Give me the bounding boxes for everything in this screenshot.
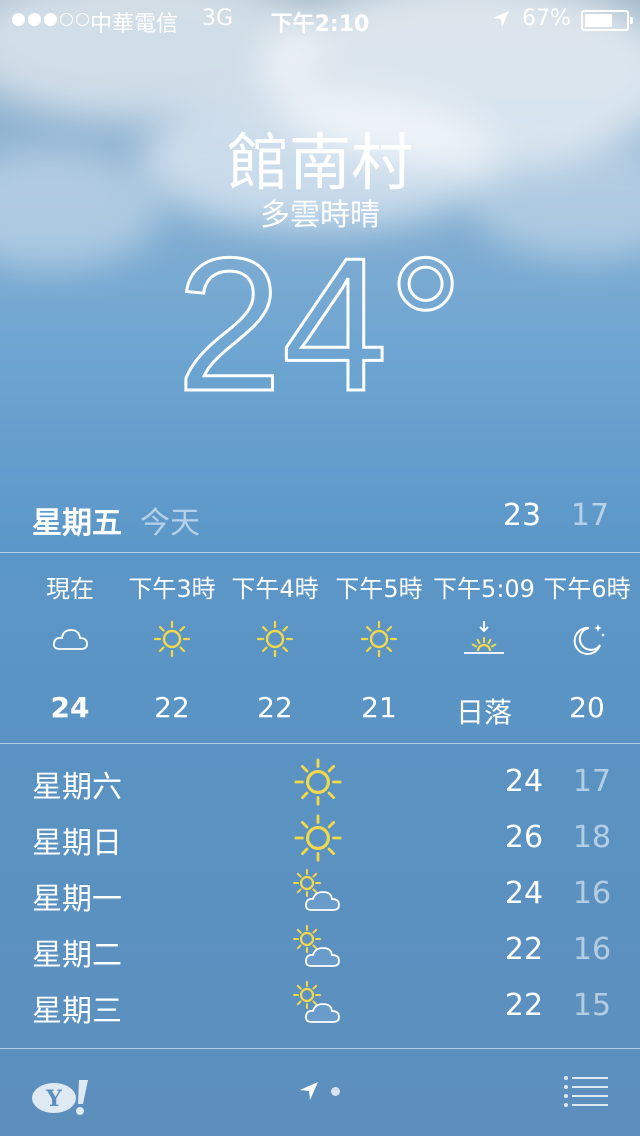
status-bar: 中華電信 3G 下午2:10 67% <box>0 0 640 40</box>
daily-row: 星期一 24 16 <box>0 868 640 920</box>
sun-icon <box>152 619 192 659</box>
hourly-item: 下午6時 20 <box>527 553 640 743</box>
hourly-temp: 日落 <box>455 696 512 729</box>
sun-icon <box>255 619 295 659</box>
hourly-item: 下午5:09 日落 <box>424 553 544 743</box>
hourly-item: 下午5時 21 <box>319 553 439 743</box>
sunset-icon <box>464 619 504 659</box>
yahoo-logo[interactable]: Y <box>30 1076 92 1116</box>
daily-high: 24 <box>504 764 544 799</box>
daily-day: 星期六 <box>32 770 122 805</box>
battery-icon <box>581 10 633 31</box>
daily-low: 16 <box>572 876 612 911</box>
today-label: 今天 <box>140 506 200 541</box>
sun-icon <box>292 756 344 808</box>
today-summary: 星期五 今天 23 17 <box>0 494 640 544</box>
daily-low: 15 <box>572 988 612 1023</box>
location-arrow-icon[interactable] <box>298 1080 320 1102</box>
daily-day: 星期一 <box>32 882 122 917</box>
hourly-time: 下午3時 <box>128 575 216 603</box>
partly-cloudy-icon <box>292 924 344 976</box>
divider <box>0 743 640 744</box>
moon-stars-icon <box>567 619 607 659</box>
current-temperature-text: 24° <box>176 219 463 410</box>
hourly-temp: 22 <box>154 691 190 724</box>
location-arrow-icon <box>493 11 509 27</box>
page-indicator-dot[interactable] <box>331 1087 340 1096</box>
divider <box>0 1048 640 1049</box>
sun-icon <box>359 619 399 659</box>
today-high: 23 <box>502 498 542 533</box>
daily-row: 星期日 26 18 <box>0 812 640 864</box>
daily-high: 22 <box>504 932 544 967</box>
hourly-item: 下午3時 22 <box>112 553 232 743</box>
hourly-time: 下午4時 <box>231 575 319 603</box>
list-icon[interactable] <box>562 1074 610 1108</box>
daily-low: 17 <box>572 764 612 799</box>
daily-row: 星期六 24 17 <box>0 756 640 808</box>
partly-cloudy-icon <box>292 980 344 1032</box>
partly-cloudy-icon <box>292 868 344 920</box>
hourly-temp: 22 <box>257 691 293 724</box>
daily-day: 星期日 <box>32 826 122 861</box>
hourly-forecast[interactable]: 現在 24 下午3時 22 下午4時 22 下午5時 21 下午5:09 日落 … <box>0 553 640 743</box>
today-day: 星期五 <box>32 506 122 541</box>
hourly-temp: 20 <box>569 691 605 724</box>
hourly-temp: 21 <box>361 691 397 724</box>
svg-text:Y: Y <box>45 1086 62 1112</box>
today-low: 17 <box>570 498 610 533</box>
daily-day: 星期二 <box>32 938 122 973</box>
daily-day: 星期三 <box>32 994 122 1029</box>
daily-high: 22 <box>504 988 544 1023</box>
daily-row: 星期二 22 16 <box>0 924 640 976</box>
sun-icon <box>292 812 344 864</box>
cloud-icon <box>50 619 90 659</box>
battery-fill <box>585 14 612 27</box>
bottom-toolbar: Y <box>0 1050 640 1136</box>
daily-high: 26 <box>504 820 544 855</box>
hourly-time: 下午6時 <box>543 575 631 603</box>
current-temperature: 24° <box>175 218 465 411</box>
hourly-item: 下午4時 22 <box>215 553 335 743</box>
battery-percent: 67% <box>522 6 571 31</box>
hourly-time: 下午5時 <box>335 575 423 603</box>
daily-row: 星期三 22 15 <box>0 980 640 1032</box>
daily-low: 16 <box>572 932 612 967</box>
daily-high: 24 <box>504 876 544 911</box>
daily-low: 18 <box>572 820 612 855</box>
hourly-time: 下午5:09 <box>433 575 535 603</box>
city-name: 館南村 <box>226 126 413 199</box>
